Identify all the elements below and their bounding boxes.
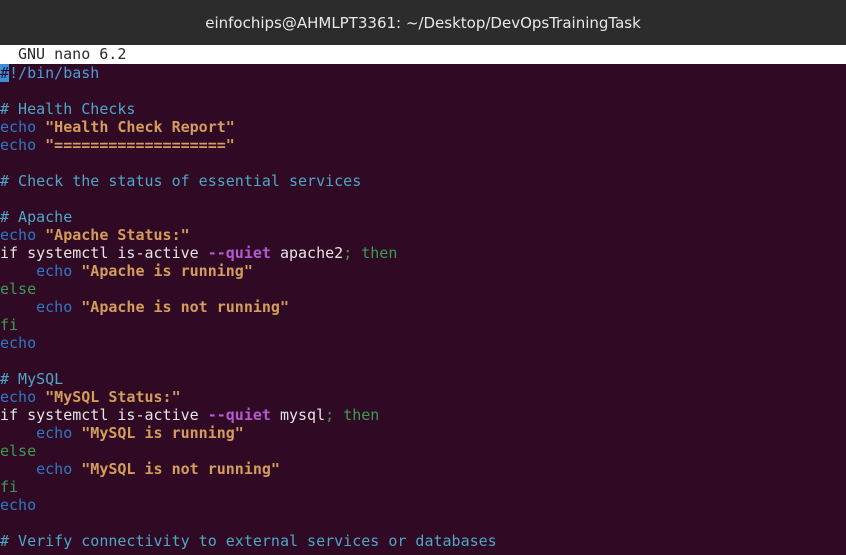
string-mysql-not-running: "MySQL is not running" (81, 460, 280, 478)
string-apache-running: "Apache is running" (81, 262, 253, 280)
echo-keyword: echo (0, 136, 37, 154)
comment-check-status: # Check the status of essential services (0, 172, 362, 190)
if-keyword: if (0, 406, 19, 424)
service-apache2: apache2 (279, 244, 344, 262)
window-title: einfochips@AHMLPT3361: ~/Desktop/DevOpsT… (205, 13, 641, 32)
echo-keyword-standalone: echo (0, 496, 37, 514)
else-keyword: else (0, 280, 37, 298)
code-line-echo-apache-not-running: echo "Apache is not running" (0, 298, 289, 316)
string-health-report: "Health Check Report" (45, 118, 235, 136)
comment-apache: # Apache (0, 208, 73, 226)
nano-version-label: GNU nano 6.2 (18, 45, 127, 63)
string-separator: "===================" (45, 136, 235, 154)
then-keyword: then (361, 244, 398, 262)
semicolon: ; (325, 406, 335, 424)
code-line-echo-report: echo "Health Check Report" (0, 118, 235, 136)
window-titlebar[interactable]: einfochips@AHMLPT3361: ~/Desktop/DevOpsT… (0, 0, 846, 45)
comment-verify-connectivity: # Verify connectivity to external servic… (0, 532, 497, 550)
semicolon: ; (343, 244, 353, 262)
echo-keyword: echo (0, 388, 37, 406)
echo-keyword: echo (0, 118, 37, 136)
echo-keyword: echo (0, 460, 73, 478)
quiet-flag: --quiet (207, 406, 271, 424)
code-line-if-mysql: if systemctl is-active --quiet mysql; th… (0, 406, 379, 424)
then-keyword: then (343, 406, 380, 424)
string-mysql-status: "MySQL Status:" (45, 388, 181, 406)
code-line-echo-mysql-not-running: echo "MySQL is not running" (0, 460, 280, 478)
echo-keyword-standalone: echo (0, 334, 37, 352)
else-keyword: else (0, 442, 37, 460)
nano-header-bar: GNU nano 6.2 (0, 45, 846, 64)
echo-keyword: echo (0, 226, 37, 244)
fi-keyword: fi (0, 478, 19, 496)
terminal-window: einfochips@AHMLPT3361: ~/Desktop/DevOpsT… (0, 0, 846, 555)
string-apache-status: "Apache Status:" (45, 226, 190, 244)
echo-keyword: echo (0, 262, 73, 280)
echo-keyword: echo (0, 298, 73, 316)
code-line-echo-apache-running: echo "Apache is running" (0, 262, 253, 280)
code-line-shebang: #!/bin/bash (0, 64, 99, 82)
string-mysql-running: "MySQL is running" (81, 424, 244, 442)
code-line-echo-separator: echo "===================" (0, 136, 235, 154)
systemctl-command: systemctl is-active (27, 244, 199, 262)
code-line-echo-apache-status: echo "Apache Status:" (0, 226, 190, 244)
quiet-flag: --quiet (207, 244, 271, 262)
code-line-echo-mysql-running: echo "MySQL is running" (0, 424, 244, 442)
comment-health-checks: # Health Checks (0, 100, 136, 118)
string-apache-not-running: "Apache is not running" (81, 298, 289, 316)
shebang-text: !/bin/bash (9, 64, 100, 82)
comment-mysql: # MySQL (0, 370, 64, 388)
service-mysql: mysql (279, 406, 326, 424)
text-cursor: # (0, 64, 10, 82)
editor-buffer[interactable]: #!/bin/bash # Health Checks echo "Health… (0, 64, 846, 555)
echo-keyword: echo (0, 424, 73, 442)
code-line-if-apache: if systemctl is-active --quiet apache2; … (0, 244, 397, 262)
code-line-echo-mysql-status: echo "MySQL Status:" (0, 388, 181, 406)
systemctl-command: systemctl is-active (27, 406, 199, 424)
if-keyword: if (0, 244, 19, 262)
fi-keyword: fi (0, 316, 19, 334)
